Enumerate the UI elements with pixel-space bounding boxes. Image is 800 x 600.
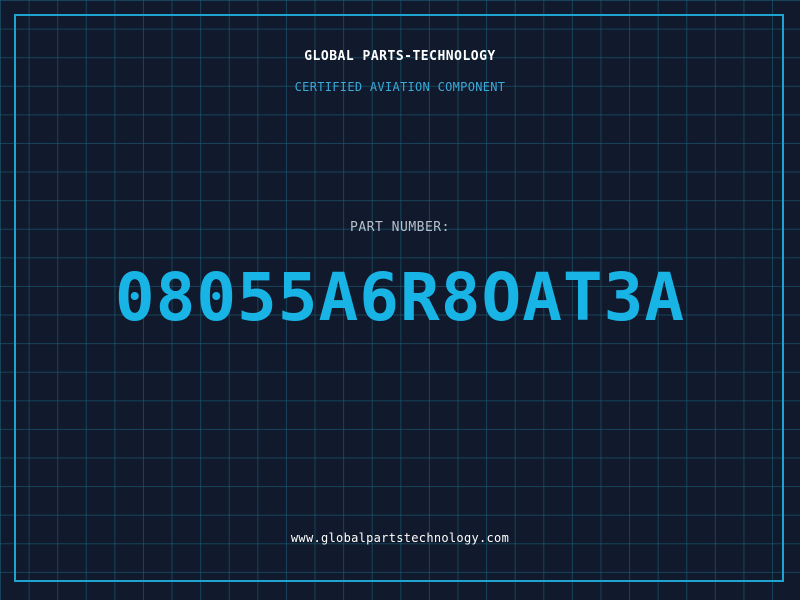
part-number-label: PART NUMBER: — [350, 220, 450, 235]
brand-name: GLOBAL PARTS-TECHNOLOGY — [304, 49, 496, 64]
website-url: www.globalpartstechnology.com — [290, 531, 510, 545]
part-number-value: 08055A6R8OAT3A — [114, 259, 686, 336]
part-card: GLOBAL PARTS-TECHNOLOGY CERTIFIED AVIATI… — [0, 0, 800, 600]
certification-subtitle: CERTIFIED AVIATION COMPONENT — [294, 80, 506, 94]
